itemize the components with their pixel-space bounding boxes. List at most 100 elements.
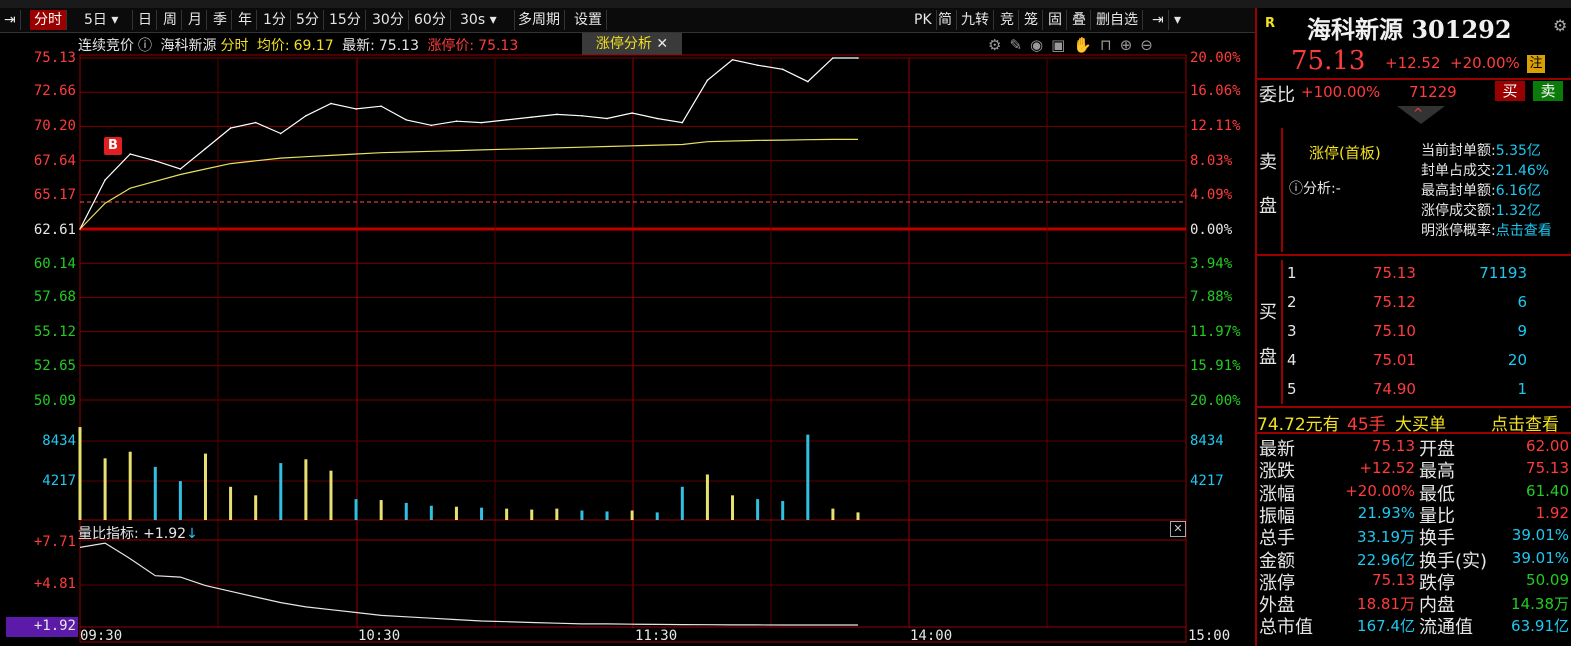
seal-row: 涨停成交额:1.32亿 [1421, 200, 1541, 220]
indicator-axis-top: +7.71 [33, 534, 76, 550]
volume-bar [178, 481, 182, 520]
pct-tick-right: 11.97% [1190, 324, 1241, 340]
seal-row-key: 涨停成交额: [1421, 203, 1496, 219]
stat-value: +20.00% [1345, 481, 1415, 500]
volume-bar [680, 486, 684, 520]
weibi-num: 71229 [1409, 83, 1457, 101]
bid-level: 5 [1287, 380, 1297, 398]
price-point [430, 124, 433, 127]
pct-tick-right: 16.06% [1190, 83, 1241, 99]
bid-volume: 71193 [1479, 264, 1527, 282]
seal-row: 封单占成交:21.46% [1421, 160, 1549, 180]
stat-key: 流通值 [1419, 617, 1473, 639]
buy-side-label-2: 盘 [1259, 347, 1277, 368]
price-point [807, 80, 809, 83]
volume-bar [655, 512, 659, 520]
stat-value: 75.13 [1372, 570, 1415, 589]
bid-level: 3 [1287, 322, 1297, 340]
volume-bar [329, 470, 333, 520]
stock-title: 海科新源 301292 [1307, 10, 1512, 45]
bid-volume: 1 [1517, 380, 1527, 398]
price-point [581, 114, 583, 117]
price-point [179, 168, 182, 170]
price-point [380, 105, 382, 108]
avg-price-line [79, 138, 858, 230]
divider [1257, 78, 1571, 80]
stat-value: 14.38万 [1511, 595, 1569, 614]
pct-tick-right: 12.11% [1190, 118, 1241, 134]
stat-value: 22.96亿 [1357, 550, 1415, 569]
stat-value: 63.91亿 [1511, 617, 1569, 636]
volume-bar [379, 500, 383, 520]
stat-value: 1.92 [1535, 503, 1569, 522]
stat-value: 75.13 [1372, 437, 1415, 455]
volume-bar [831, 508, 835, 520]
price-tick-left: 62.61 [33, 222, 76, 238]
volume-bar [78, 427, 82, 520]
stat-value: 39.01% [1511, 526, 1569, 545]
price-point [279, 132, 282, 135]
volume-bar [756, 499, 760, 520]
pct-tick-right: 20.00% [1190, 50, 1241, 66]
pct-tick-right: 15.91% [1190, 358, 1241, 374]
seal-row-value: 5.35亿 [1495, 143, 1541, 159]
divider [1257, 406, 1571, 408]
sell-button[interactable]: 卖 [1533, 81, 1563, 101]
volume-axis-right-mid: 4217 [1190, 473, 1224, 489]
stat-value: 75.13 [1526, 459, 1569, 478]
seal-row-key: 明涨停概率: [1421, 223, 1496, 239]
price-point [681, 121, 684, 124]
price-point [756, 64, 759, 67]
bid-price: 75.13 [1373, 264, 1416, 282]
current-price: 75.13 [1291, 46, 1366, 76]
time-tick-1400: 14:00 [910, 628, 953, 644]
note-badge[interactable]: 注 [1527, 55, 1545, 73]
stat-value: 21.93% [1357, 503, 1415, 522]
time-tick-0930: 09:30 [80, 628, 123, 644]
time-tick-1500: 15:00 [1188, 628, 1231, 644]
close-icon[interactable]: ✕ [1170, 521, 1186, 537]
bid-price: 75.10 [1373, 322, 1416, 340]
volume-bar [605, 511, 609, 520]
intraday-chart[interactable] [0, 0, 1255, 646]
price-tick-left: 52.65 [33, 358, 76, 374]
volume-bar [630, 510, 634, 520]
gear-icon[interactable]: ⚙ [1553, 16, 1567, 35]
analysis-label: 分析:- [1303, 181, 1341, 197]
price-tick-left: 50.09 [33, 393, 76, 409]
seal-row[interactable]: 明涨停概率:点击查看 [1421, 220, 1552, 240]
seal-row: 最高封单额:6.16亿 [1421, 180, 1541, 200]
pct-tick-right: 0.00% [1190, 222, 1233, 238]
price-point [556, 113, 558, 116]
bid-level: 4 [1287, 351, 1297, 369]
stock-title-name: 海科新源 [1307, 15, 1403, 44]
bid-level: 1 [1287, 264, 1297, 282]
analysis-row[interactable]: ⓘ分析:- [1289, 178, 1341, 198]
pct-tick-right: 4.09% [1190, 187, 1233, 203]
volume-bar [304, 459, 308, 520]
buy-button[interactable]: 买 [1495, 81, 1525, 101]
time-tick-1030: 10:30 [358, 628, 401, 644]
stat-value: +12.52 [1359, 459, 1415, 478]
seal-row-value: 1.32亿 [1495, 203, 1541, 219]
stat-value: 167.4亿 [1357, 617, 1415, 636]
buy-signal-marker[interactable]: B [104, 137, 122, 155]
price-tick-left: 55.12 [33, 324, 76, 340]
volume-bar [354, 499, 358, 520]
price-point [731, 58, 734, 61]
chevron-up-icon[interactable]: ^ [1413, 106, 1423, 120]
price-point [781, 68, 784, 71]
volume-bar [480, 507, 484, 520]
price-point [706, 79, 709, 82]
price-point [355, 108, 357, 110]
price-tick-left: 65.17 [33, 187, 76, 203]
price-tick-left: 67.64 [33, 153, 76, 169]
stat-value: 62.00 [1526, 437, 1569, 455]
divider [1257, 432, 1571, 434]
volume-bar [103, 458, 107, 520]
price-point [305, 114, 307, 117]
price-point [229, 127, 232, 129]
seal-row-value: 21.46% [1495, 163, 1550, 179]
bid-volume: 6 [1517, 293, 1527, 311]
volume-bar [530, 509, 534, 520]
